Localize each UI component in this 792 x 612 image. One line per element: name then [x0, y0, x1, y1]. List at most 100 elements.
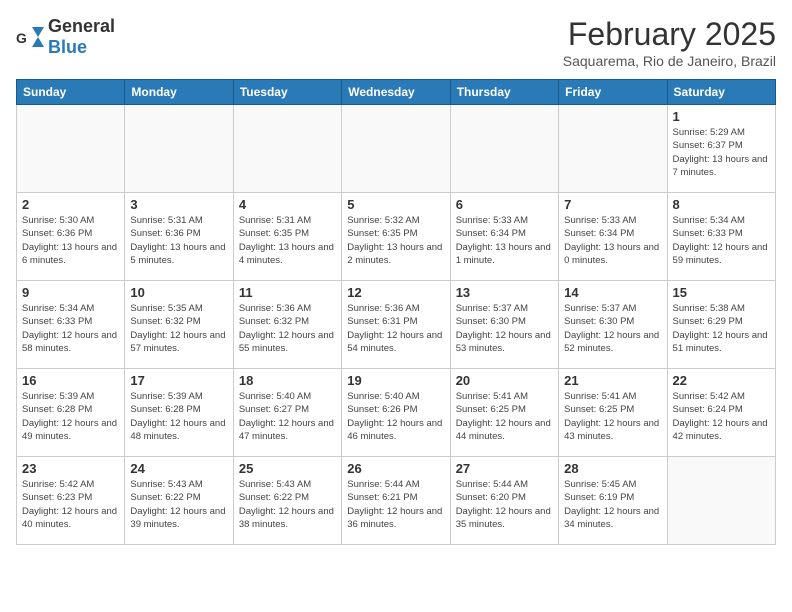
calendar-cell: 27 Sunrise: 5:44 AM Sunset: 6:20 PM Dayli… [450, 457, 558, 545]
weekday-header: Thursday [450, 80, 558, 105]
calendar-cell: 14Sunrise: 5:37 AM Sunset: 6:30 PM Dayli… [559, 281, 667, 369]
day-number: 25 [239, 461, 336, 476]
day-info: Sunrise: 5:43 AM Sunset: 6:22 PM Dayligh… [130, 478, 227, 531]
day-number: 6 [456, 197, 553, 212]
calendar-cell: 24 Sunrise: 5:43 AM Sunset: 6:22 PM Dayli… [125, 457, 233, 545]
weekday-header: Sunday [17, 80, 125, 105]
weekday-header: Saturday [667, 80, 775, 105]
day-info: Sunrise: 5:44 AM Sunset: 6:21 PM Dayligh… [347, 478, 444, 531]
day-number: 19 [347, 373, 444, 388]
calendar-cell: 6 Sunrise: 5:33 AM Sunset: 6:34 PM Daylig… [450, 193, 558, 281]
calendar-cell [342, 105, 450, 193]
day-number: 1 [673, 109, 770, 124]
location: Saquarema, Rio de Janeiro, Brazil [563, 53, 776, 69]
weekday-header: Tuesday [233, 80, 341, 105]
logo-blue: Blue [48, 37, 87, 57]
calendar-cell: 28 Sunrise: 5:45 AM Sunset: 6:19 PM Dayli… [559, 457, 667, 545]
calendar-cell: 18 Sunrise: 5:40 AM Sunset: 6:27 PM Dayli… [233, 369, 341, 457]
day-info: Sunrise: 5:40 AM Sunset: 6:26 PM Dayligh… [347, 390, 444, 443]
day-info: Sunrise: 5:30 AM Sunset: 6:36 PM Dayligh… [22, 214, 119, 267]
calendar-cell: 23 Sunrise: 5:42 AM Sunset: 6:23 PM Dayli… [17, 457, 125, 545]
calendar-cell: 22 Sunrise: 5:42 AM Sunset: 6:24 PM Dayli… [667, 369, 775, 457]
calendar-cell: 16 Sunrise: 5:39 AM Sunset: 6:28 PM Dayli… [17, 369, 125, 457]
day-number: 27 [456, 461, 553, 476]
day-number: 9 [22, 285, 119, 300]
calendar-cell [233, 105, 341, 193]
title-block: February 2025 Saquarema, Rio de Janeiro,… [563, 16, 776, 69]
day-number: 7 [564, 197, 661, 212]
calendar-cell [450, 105, 558, 193]
calendar-cell: 26 Sunrise: 5:44 AM Sunset: 6:21 PM Dayli… [342, 457, 450, 545]
calendar-cell [125, 105, 233, 193]
day-number: 16 [22, 373, 119, 388]
day-number: 12 [347, 285, 444, 300]
day-number: 24 [130, 461, 227, 476]
day-info: Sunrise: 5:34 AM Sunset: 6:33 PM Dayligh… [673, 214, 770, 267]
day-info: Sunrise: 5:45 AM Sunset: 6:19 PM Dayligh… [564, 478, 661, 531]
day-info: Sunrise: 5:34 AM Sunset: 6:33 PM Dayligh… [22, 302, 119, 355]
calendar-cell: 1 Sunrise: 5:29 AM Sunset: 6:37 PM Daylig… [667, 105, 775, 193]
day-info: Sunrise: 5:31 AM Sunset: 6:36 PM Dayligh… [130, 214, 227, 267]
calendar-table: SundayMondayTuesdayWednesdayThursdayFrid… [16, 79, 776, 545]
day-info: Sunrise: 5:42 AM Sunset: 6:24 PM Dayligh… [673, 390, 770, 443]
weekday-header: Wednesday [342, 80, 450, 105]
day-number: 2 [22, 197, 119, 212]
day-info: Sunrise: 5:40 AM Sunset: 6:27 PM Dayligh… [239, 390, 336, 443]
day-info: Sunrise: 5:43 AM Sunset: 6:22 PM Dayligh… [239, 478, 336, 531]
svg-text:G: G [16, 30, 27, 46]
day-info: Sunrise: 5:38 AM Sunset: 6:29 PM Dayligh… [673, 302, 770, 355]
calendar-cell: 3 Sunrise: 5:31 AM Sunset: 6:36 PM Daylig… [125, 193, 233, 281]
logo: G General Blue [16, 16, 115, 58]
day-number: 4 [239, 197, 336, 212]
day-number: 22 [673, 373, 770, 388]
weekday-header: Friday [559, 80, 667, 105]
calendar-cell: 2 Sunrise: 5:30 AM Sunset: 6:36 PM Daylig… [17, 193, 125, 281]
day-number: 11 [239, 285, 336, 300]
day-number: 18 [239, 373, 336, 388]
day-number: 20 [456, 373, 553, 388]
day-info: Sunrise: 5:41 AM Sunset: 6:25 PM Dayligh… [564, 390, 661, 443]
day-info: Sunrise: 5:36 AM Sunset: 6:32 PM Dayligh… [239, 302, 336, 355]
calendar-cell: 20 Sunrise: 5:41 AM Sunset: 6:25 PM Dayli… [450, 369, 558, 457]
day-info: Sunrise: 5:31 AM Sunset: 6:35 PM Dayligh… [239, 214, 336, 267]
day-info: Sunrise: 5:36 AM Sunset: 6:31 PM Dayligh… [347, 302, 444, 355]
day-number: 23 [22, 461, 119, 476]
day-number: 10 [130, 285, 227, 300]
calendar-header: SundayMondayTuesdayWednesdayThursdayFrid… [17, 80, 776, 105]
calendar-cell: 5 Sunrise: 5:32 AM Sunset: 6:35 PM Daylig… [342, 193, 450, 281]
day-info: Sunrise: 5:32 AM Sunset: 6:35 PM Dayligh… [347, 214, 444, 267]
day-info: Sunrise: 5:39 AM Sunset: 6:28 PM Dayligh… [130, 390, 227, 443]
day-number: 5 [347, 197, 444, 212]
day-info: Sunrise: 5:39 AM Sunset: 6:28 PM Dayligh… [22, 390, 119, 443]
calendar-cell: 10 Sunrise: 5:35 AM Sunset: 6:32 PM Dayli… [125, 281, 233, 369]
calendar-cell: 11 Sunrise: 5:36 AM Sunset: 6:32 PM Dayli… [233, 281, 341, 369]
calendar-cell: 13Sunrise: 5:37 AM Sunset: 6:30 PM Dayli… [450, 281, 558, 369]
day-info: Sunrise: 5:33 AM Sunset: 6:34 PM Dayligh… [564, 214, 661, 267]
calendar-cell: 8Sunrise: 5:34 AM Sunset: 6:33 PM Daylig… [667, 193, 775, 281]
calendar-cell: 7 Sunrise: 5:33 AM Sunset: 6:34 PM Daylig… [559, 193, 667, 281]
day-info: Sunrise: 5:37 AM Sunset: 6:30 PM Dayligh… [564, 302, 661, 355]
calendar-week-row: 16 Sunrise: 5:39 AM Sunset: 6:28 PM Dayli… [17, 369, 776, 457]
day-number: 28 [564, 461, 661, 476]
day-number: 26 [347, 461, 444, 476]
calendar-week-row: 1 Sunrise: 5:29 AM Sunset: 6:37 PM Daylig… [17, 105, 776, 193]
calendar-week-row: 2 Sunrise: 5:30 AM Sunset: 6:36 PM Daylig… [17, 193, 776, 281]
day-info: Sunrise: 5:41 AM Sunset: 6:25 PM Dayligh… [456, 390, 553, 443]
logo-general: General [48, 16, 115, 36]
weekday-header: Monday [125, 80, 233, 105]
day-number: 17 [130, 373, 227, 388]
day-info: Sunrise: 5:35 AM Sunset: 6:32 PM Dayligh… [130, 302, 227, 355]
day-info: Sunrise: 5:29 AM Sunset: 6:37 PM Dayligh… [673, 126, 770, 179]
day-info: Sunrise: 5:44 AM Sunset: 6:20 PM Dayligh… [456, 478, 553, 531]
calendar-cell: 9 Sunrise: 5:34 AM Sunset: 6:33 PM Daylig… [17, 281, 125, 369]
day-info: Sunrise: 5:33 AM Sunset: 6:34 PM Dayligh… [456, 214, 553, 267]
calendar-cell: 19 Sunrise: 5:40 AM Sunset: 6:26 PM Dayli… [342, 369, 450, 457]
calendar-cell: 17 Sunrise: 5:39 AM Sunset: 6:28 PM Dayli… [125, 369, 233, 457]
day-number: 21 [564, 373, 661, 388]
calendar-cell: 4 Sunrise: 5:31 AM Sunset: 6:35 PM Daylig… [233, 193, 341, 281]
calendar-cell [559, 105, 667, 193]
day-number: 3 [130, 197, 227, 212]
page-header: G General Blue February 2025 Saquarema, … [16, 16, 776, 69]
calendar-week-row: 9 Sunrise: 5:34 AM Sunset: 6:33 PM Daylig… [17, 281, 776, 369]
day-info: Sunrise: 5:42 AM Sunset: 6:23 PM Dayligh… [22, 478, 119, 531]
